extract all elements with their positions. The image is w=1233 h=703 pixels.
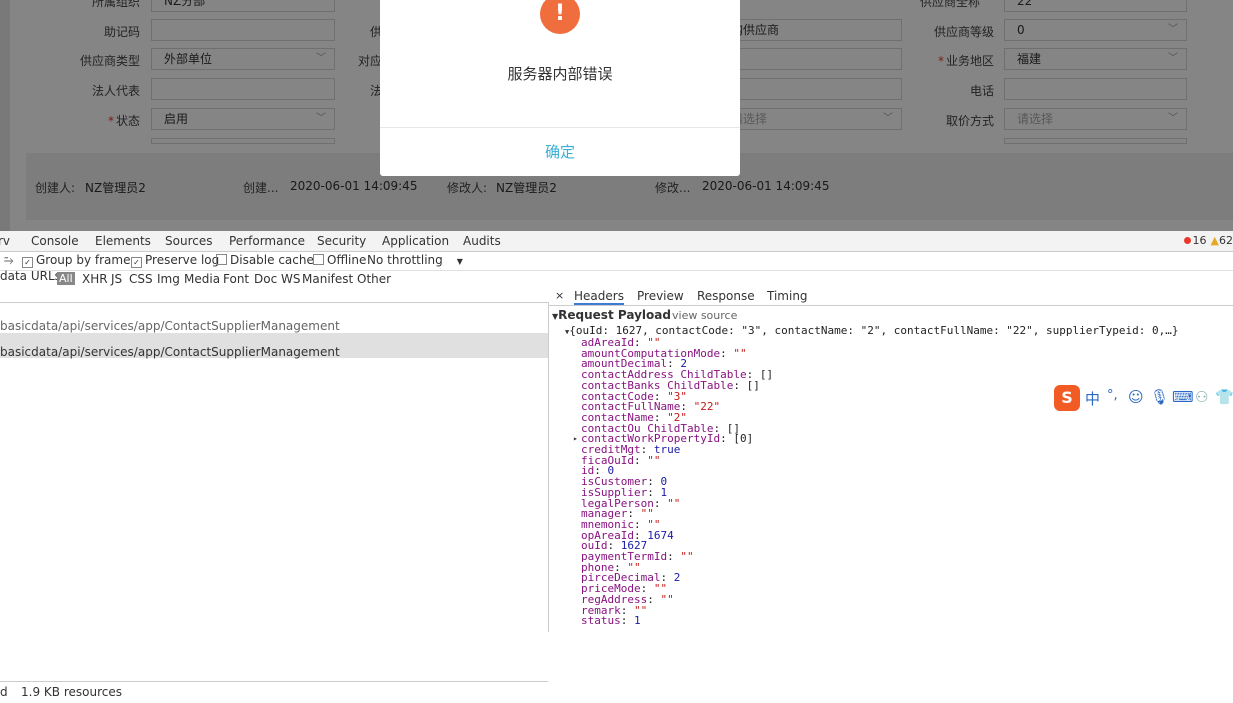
tab-headers[interactable]: Headers: [574, 289, 624, 305]
resources-size: 1.9 KB resources: [21, 685, 122, 699]
payload-separator: :: [720, 346, 734, 360]
warning-count: 62: [1219, 234, 1233, 247]
payload-separator: :: [653, 496, 668, 510]
user-icon[interactable]: ⚇: [1195, 388, 1208, 406]
skin-shirt-icon[interactable]: 👕: [1215, 388, 1233, 406]
checkbox-checked-icon: ✓: [131, 257, 142, 268]
filter-other[interactable]: Other: [357, 272, 391, 286]
devtools-panel: rv Console Elements Sources Performance …: [0, 231, 1233, 703]
error-icon: [1183, 237, 1191, 244]
ime-toolbar: S 中 °, ☺ 🎙 ⌨ ⚇ 👕: [1052, 383, 1233, 413]
tab-elements[interactable]: Elements: [95, 234, 151, 248]
payload-separator: :: [720, 432, 734, 446]
checkbox-icon: [216, 254, 227, 265]
confirm-button[interactable]: 确定: [380, 128, 740, 176]
tab-network[interactable]: rv: [0, 234, 10, 248]
payload-value: "": [647, 453, 661, 467]
request-list: basicdata/api/services/app/ContactSuppli…: [0, 302, 549, 703]
network-status-bar: d 1.9 KB resources: [0, 681, 548, 703]
tab-preview[interactable]: Preview: [637, 289, 684, 303]
request-payload-section: ▼Request Payload view source ▼{ouId: 162…: [549, 309, 1233, 631]
keyboard-icon[interactable]: ⌨: [1172, 388, 1194, 406]
tab-security[interactable]: Security: [317, 234, 366, 248]
checkbox-checked-icon: ✓: [22, 257, 33, 268]
microphone-icon[interactable]: 🎙: [1150, 388, 1169, 406]
payload-separator: :: [620, 614, 634, 628]
network-toolbar: ⥲ ✓ Group by frame ✓ Preserve log Disable …: [0, 252, 1233, 271]
error-count: 16: [1192, 234, 1207, 247]
filter-xhr[interactable]: XHR: [82, 272, 108, 286]
payload-property: status: 1: [581, 615, 641, 626]
throttling-select[interactable]: No throttling ▼: [367, 253, 463, 267]
caret-right-icon: ▸: [573, 434, 578, 444]
preserve-log-checkbox[interactable]: ✓ Preserve log: [131, 253, 219, 268]
filter-media[interactable]: Media: [184, 272, 220, 286]
emoji-icon[interactable]: ☺: [1128, 388, 1144, 406]
payload-header[interactable]: ▼Request Payload: [552, 308, 671, 322]
payload-value: []: [759, 368, 774, 382]
punctuation-icon[interactable]: °,: [1107, 388, 1118, 403]
tab-timing[interactable]: Timing: [767, 289, 808, 303]
payload-separator: :: [733, 378, 747, 392]
payload-title: Request Payload: [558, 308, 671, 322]
tab-sources[interactable]: Sources: [165, 234, 212, 248]
sogou-logo[interactable]: S: [1054, 385, 1080, 411]
hide-data-urls-label[interactable]: data URLs: [0, 269, 61, 283]
tab-response[interactable]: Response: [697, 289, 755, 303]
throttling-value: No throttling: [367, 253, 443, 267]
filter-doc[interactable]: Doc: [254, 272, 277, 286]
payload-separator: :: [633, 453, 648, 467]
view-source-link[interactable]: view source: [672, 310, 737, 321]
payload-value: 2: [673, 571, 681, 585]
error-warning-counter[interactable]: 16 ▲62: [1183, 234, 1233, 247]
payload-value: []: [746, 378, 760, 392]
payload-value: 1674: [647, 528, 674, 542]
close-icon[interactable]: ×: [555, 289, 564, 302]
group-by-frame-label: Group by frame: [36, 253, 131, 267]
filter-all-button[interactable]: All: [57, 271, 75, 285]
status-fragment: d: [0, 685, 8, 699]
warning-icon: !: [540, 0, 580, 34]
filter-all-label: All: [57, 272, 75, 285]
tab-performance[interactable]: Performance: [229, 234, 305, 248]
preserve-log-label: Preserve log: [145, 253, 220, 267]
filter-manifest[interactable]: Manifest: [302, 272, 353, 286]
detail-tabbar: × Headers Preview Response Timing: [549, 287, 1233, 306]
disable-cache-checkbox[interactable]: Disable cache: [216, 253, 314, 267]
filter-css[interactable]: CSS: [129, 272, 153, 286]
offline-checkbox[interactable]: Offline: [313, 253, 366, 267]
supplier-form-page: 所属组织 NZ分部 ﹀ 供应商全称 22 助记码 供 购供应商 供应商等级 0 ﹀ …: [0, 0, 1233, 231]
chinese-mode-icon[interactable]: 中: [1085, 388, 1100, 409]
filter-js[interactable]: JS: [111, 272, 122, 286]
offline-label: Offline: [327, 253, 367, 267]
payload-value: "22": [693, 400, 721, 414]
filter-img[interactable]: Img: [157, 272, 180, 286]
filter-funnel-icon[interactable]: ⥲: [4, 253, 14, 268]
filter-font[interactable]: Font: [223, 272, 249, 286]
tab-audits[interactable]: Audits: [463, 234, 501, 248]
payload-value: "": [680, 550, 694, 563]
payload-separator: :: [647, 592, 661, 606]
group-by-frame-checkbox[interactable]: ✓ Group by frame: [22, 253, 130, 268]
payload-value: [0]: [733, 432, 754, 446]
payload-separator: :: [667, 550, 681, 563]
caret-down-icon: ▼: [456, 257, 463, 266]
request-row-selected[interactable]: basicdata/api/services/app/ContactSuppli…: [0, 333, 548, 359]
payload-summary-text: {ouId: 1627, contactCode: "3", contactNa…: [569, 324, 1179, 337]
devtools-tabbar: rv Console Elements Sources Performance …: [0, 231, 1233, 252]
checkbox-icon: [313, 254, 324, 265]
tab-application[interactable]: Application: [382, 234, 449, 248]
payload-value: 1: [634, 614, 641, 628]
payload-value: "": [733, 346, 747, 360]
tab-console[interactable]: Console: [31, 234, 79, 248]
payload-key: status: [581, 614, 621, 628]
warning-icon: ▲: [1210, 234, 1219, 247]
payload-value: "": [667, 496, 681, 510]
request-detail-pane: × Headers Preview Response Timing ▼Reque…: [549, 283, 1233, 631]
filter-ws[interactable]: WS: [281, 272, 300, 286]
disable-cache-label: Disable cache: [230, 253, 314, 267]
error-message: 服务器内部错误: [507, 65, 613, 83]
error-dialog: ! 服务器内部错误 确定: [380, 0, 740, 176]
payload-value: "": [660, 592, 674, 606]
